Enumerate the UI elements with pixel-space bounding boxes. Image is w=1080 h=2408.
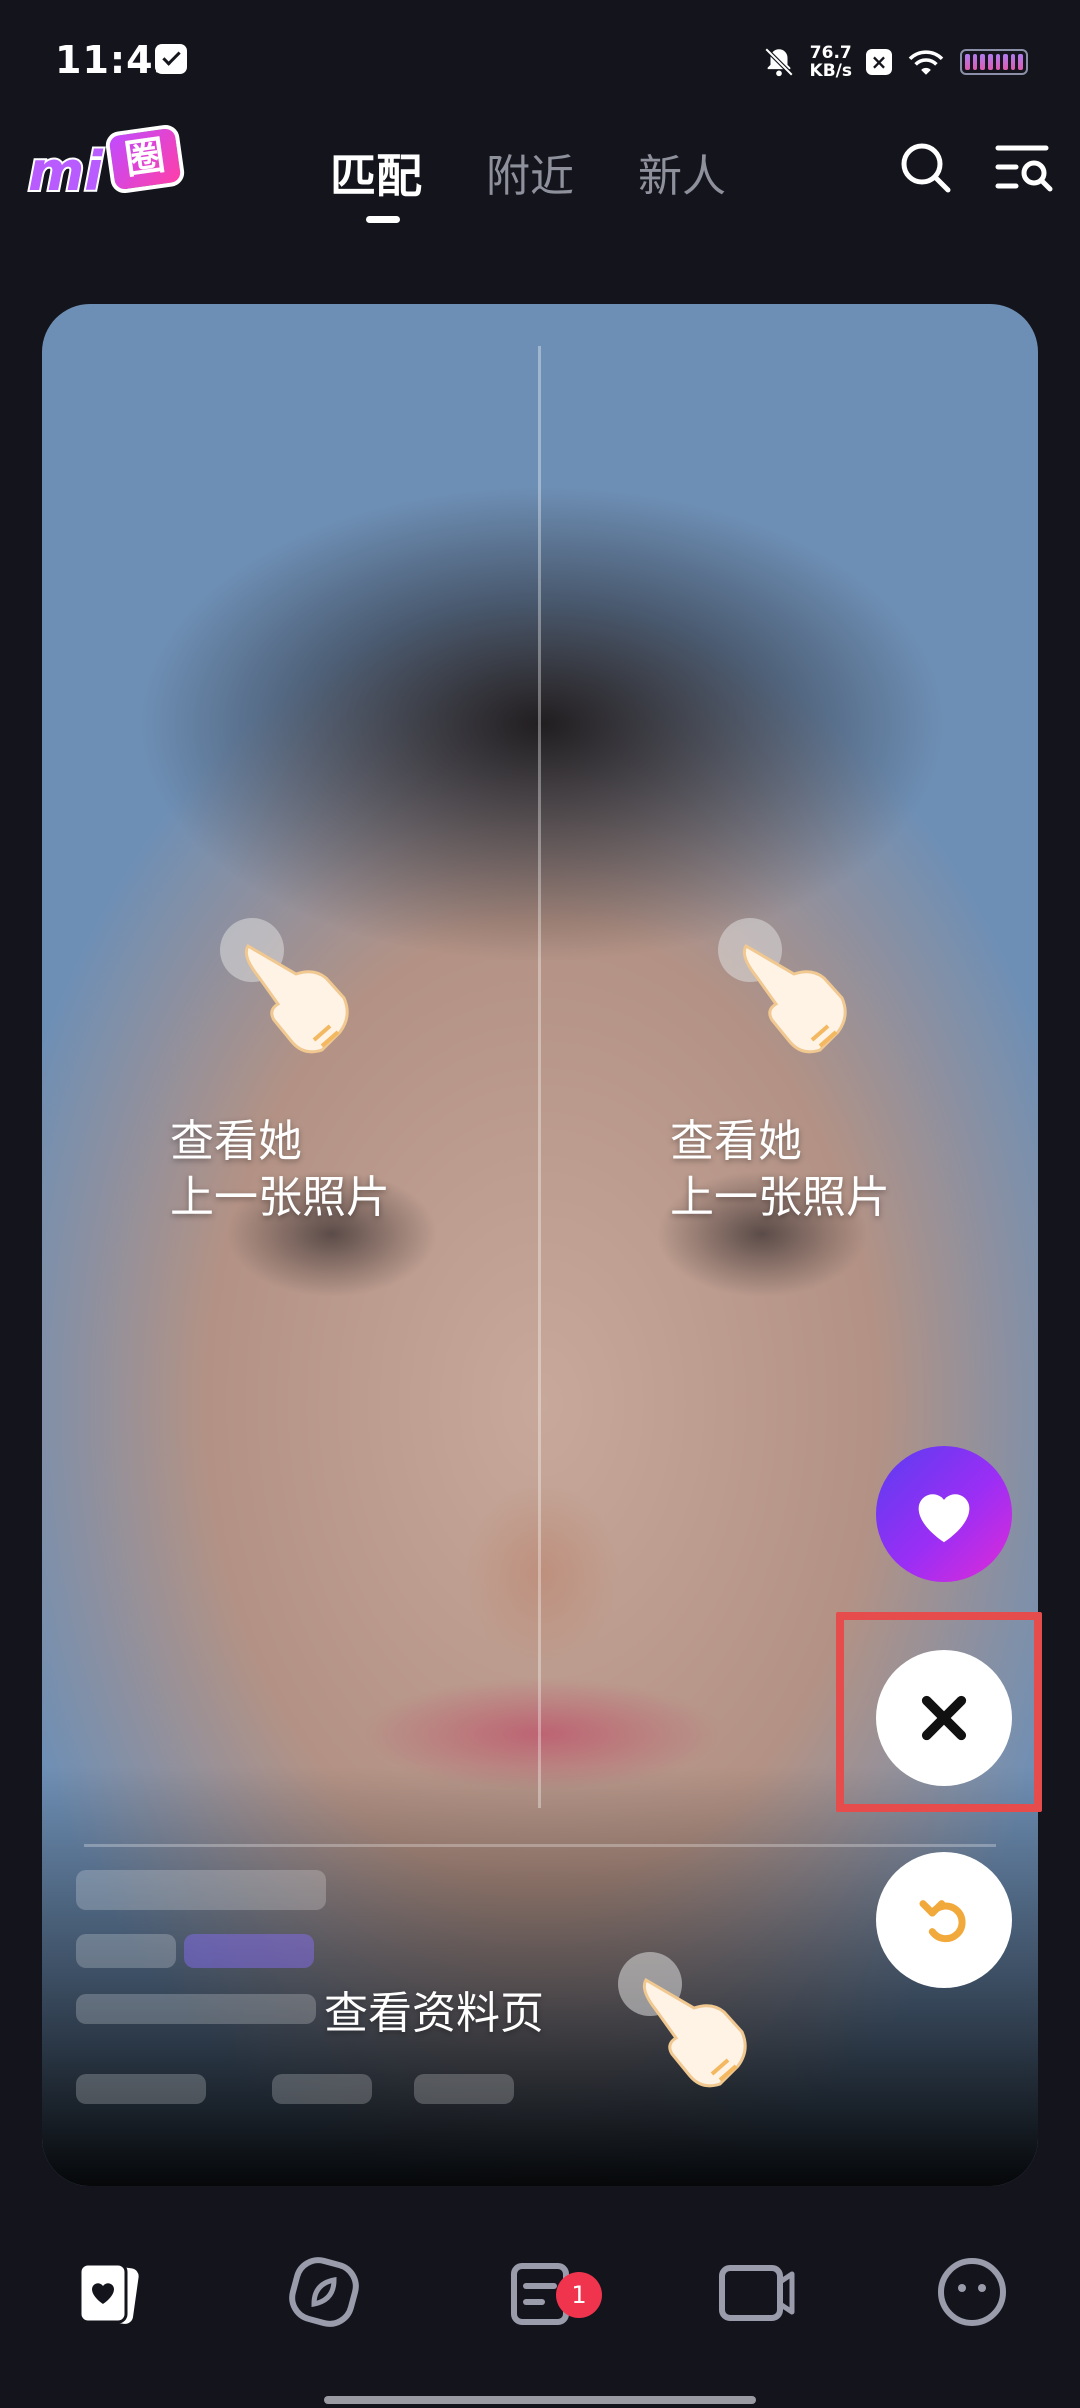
tab-match[interactable]: 匹配 xyxy=(330,140,422,206)
app-logo: mi 圈 xyxy=(26,122,186,205)
logo-quan: 圈 xyxy=(104,123,186,195)
active-tab-indicator xyxy=(366,216,400,223)
profile-info-placeholder xyxy=(414,2074,514,2104)
logo-mi: mi xyxy=(26,138,105,205)
tab-newcomers[interactable]: 新人 xyxy=(638,140,726,206)
net-speed-value: 76.7 xyxy=(809,43,852,63)
undo-icon xyxy=(919,1900,966,1943)
tap-hand-icon xyxy=(220,918,349,1054)
hint-profile-text: 查看资料页 xyxy=(324,1988,544,2039)
messages-badge: 1 xyxy=(556,2272,602,2318)
heart-icon xyxy=(918,1494,970,1543)
tap-hand-icon xyxy=(618,1952,747,2088)
x-app-icon: × xyxy=(866,49,892,75)
explore-icon[interactable] xyxy=(284,2252,364,2332)
net-speed: 76.7 KB/s xyxy=(810,44,852,80)
hint-left-line2: 上一张照片 xyxy=(170,1172,390,1223)
battery-icon xyxy=(960,49,1028,75)
undo-button[interactable] xyxy=(876,1852,1012,1988)
profile-icon[interactable] xyxy=(932,2252,1012,2332)
top-tabs: 匹配 附近 新人 xyxy=(330,140,726,206)
bottom-nav xyxy=(0,2252,1080,2372)
net-speed-unit: KB/s xyxy=(809,61,852,81)
wifi-icon xyxy=(908,50,944,75)
like-button[interactable] xyxy=(876,1446,1012,1582)
status-bar: 11:43 76.7 KB/s × xyxy=(0,0,1080,120)
hint-left-text: 查看她 上一张照片 xyxy=(170,1114,390,1226)
profile-info-placeholder xyxy=(272,2074,372,2104)
profile-info-placeholder xyxy=(76,1994,316,2024)
card-bottom-fade xyxy=(42,1766,1038,2186)
profile-tag-placeholder xyxy=(184,1934,314,1968)
tab-nearby[interactable]: 附近 xyxy=(486,140,574,206)
bell-muted-icon xyxy=(764,47,793,77)
filter-search-icon[interactable] xyxy=(994,140,1054,194)
video-icon[interactable] xyxy=(716,2252,796,2332)
status-icons: 76.7 KB/s × xyxy=(762,40,1028,84)
hint-left-line1: 查看她 xyxy=(170,1116,302,1167)
hint-right-line2: 上一张照片 xyxy=(670,1172,890,1223)
hint-right-text: 查看她 上一张照片 xyxy=(670,1114,890,1226)
search-icon[interactable] xyxy=(898,140,952,194)
tap-hand-icon xyxy=(718,918,847,1054)
profile-info-placeholder xyxy=(76,2074,206,2104)
hint-right-line1: 查看她 xyxy=(670,1116,802,1167)
message-icon xyxy=(155,44,187,74)
profile-tag-placeholder xyxy=(76,1934,176,1968)
profile-name-placeholder xyxy=(76,1870,326,1910)
highlight-box xyxy=(836,1612,1042,1812)
card-profile-divider xyxy=(84,1844,996,1847)
card-split-divider xyxy=(538,346,541,1808)
cards-icon[interactable] xyxy=(70,2252,150,2332)
home-indicator[interactable] xyxy=(324,2396,756,2404)
